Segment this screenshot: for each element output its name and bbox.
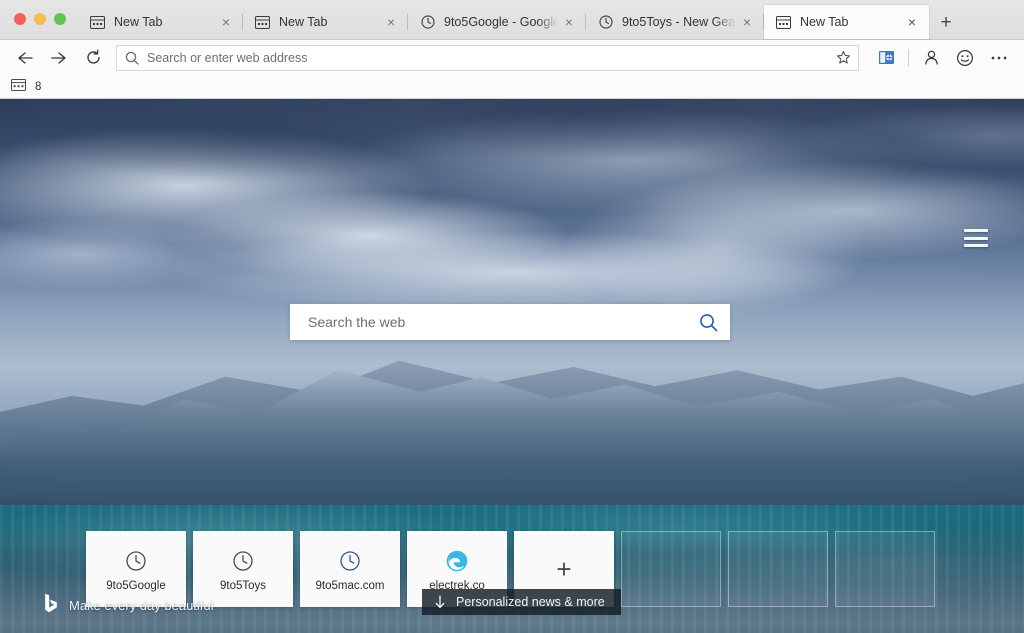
hub-icon[interactable] [869,43,903,73]
new-tab-icon [776,15,791,30]
address-bar[interactable]: Search or enter web address [116,45,859,71]
tabs-aside-bar: 8 [0,75,1024,99]
tab-title: 9to5Toys - New Gear, revi [622,15,736,29]
page-settings-menu-icon[interactable] [964,229,988,247]
close-window-button[interactable] [14,13,26,25]
loading-clock-icon [420,15,435,30]
personalized-news-button[interactable]: Personalized news & more [422,589,621,615]
search-icon [117,51,147,65]
feedback-smiley-icon[interactable] [948,43,982,73]
tab-list: New Tab × New Tab × 9to5Google - Google … [78,0,1024,39]
new-tab-icon [90,15,105,30]
address-input[interactable]: Search or enter web address [147,51,828,65]
browser-toolbar: Search or enter web address [0,40,1024,75]
new-tab-icon [255,15,270,30]
tabs-aside-count: 8 [35,81,41,93]
window-controls [0,0,78,39]
tab-new-tab-1[interactable]: New Tab × [78,5,243,39]
plus-icon: + [556,556,571,582]
tab-close-button[interactable]: × [736,11,758,33]
toolbar-divider [908,49,909,67]
tab-title: New Tab [279,15,380,29]
personalized-news-label: Personalized news & more [456,595,605,609]
tab-strip: New Tab × New Tab × 9to5Google - Google … [0,0,1024,40]
new-tab-button[interactable]: + [929,5,963,39]
tab-title: 9to5Google - Google new [444,15,558,29]
minimize-window-button[interactable] [34,13,46,25]
loading-clock-icon [339,546,361,576]
tab-close-button[interactable]: × [558,11,580,33]
loading-clock-icon [125,546,147,576]
more-settings-icon[interactable] [982,43,1016,73]
tab-close-button[interactable]: × [215,11,237,33]
tab-close-button[interactable]: × [901,11,923,33]
tab-title: New Tab [114,15,215,29]
forward-button[interactable] [42,43,76,73]
tabs-aside-icon[interactable] [11,78,26,96]
bing-branding[interactable]: Make every day beautiful [44,593,214,618]
search-icon[interactable] [686,313,730,332]
refresh-button[interactable] [76,43,110,73]
tab-title: New Tab [800,15,901,29]
new-tab-page: Search the web 9to5Google 9to5Toys [0,99,1024,633]
loading-clock-icon [598,15,613,30]
edge-logo-icon [445,546,469,576]
zoom-window-button[interactable] [54,13,66,25]
web-search-input[interactable]: Search the web [290,314,686,330]
profile-icon[interactable] [914,43,948,73]
loading-clock-icon [232,546,254,576]
favorite-star-icon[interactable] [828,50,858,65]
bing-logo-icon [44,593,58,618]
back-button[interactable] [8,43,42,73]
newtab-footer: Make every day beautiful Personalized ne… [0,581,1024,633]
tab-new-tab-2[interactable]: New Tab × [243,5,408,39]
tab-new-tab-active[interactable]: New Tab × [764,5,929,39]
tab-9to5google[interactable]: 9to5Google - Google new × [408,5,586,39]
bing-tagline: Make every day beautiful [69,598,214,613]
web-search-box[interactable]: Search the web [290,304,730,340]
tab-close-button[interactable]: × [380,11,402,33]
arrow-down-icon [434,595,446,610]
browser-window: New Tab × New Tab × 9to5Google - Google … [0,0,1024,633]
tab-9to5toys[interactable]: 9to5Toys - New Gear, revi × [586,5,764,39]
